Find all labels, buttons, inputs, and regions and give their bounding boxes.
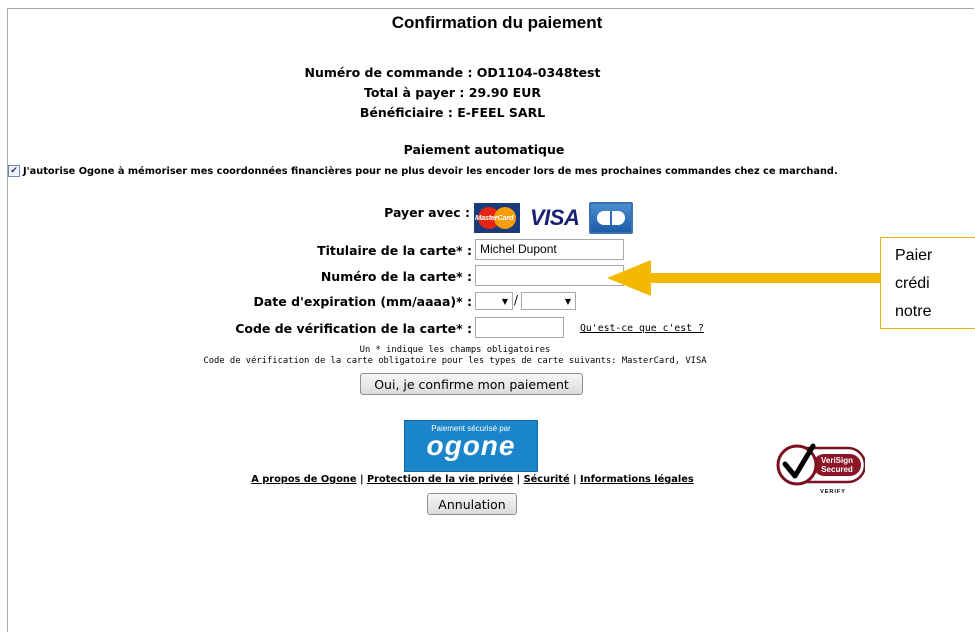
consent-row: ✔ J'autorise Ogone à mémoriser mes coord…: [8, 165, 838, 177]
verisign-line3: VERIFY: [820, 489, 846, 495]
confirm-payment-button[interactable]: Oui, je confirme mon paiement: [360, 373, 583, 395]
expiry-label: Date d'expiration (mm/aaaa)* :: [253, 294, 472, 309]
ogone-badge[interactable]: Paiement sécurisé par ogone: [404, 420, 538, 472]
visa-logo[interactable]: VISA: [530, 205, 580, 231]
expiry-separator: /: [514, 293, 519, 307]
chevron-down-icon: ▼: [501, 296, 508, 306]
expiry-year-select[interactable]: ▼: [521, 292, 576, 310]
cvc-help-link[interactable]: Qu'est-ce que c'est ?: [580, 323, 704, 334]
page-title: Confirmation du paiement: [391, 13, 603, 32]
cvc-note: Code de vérification de la carte obligat…: [203, 356, 707, 366]
expiry-month-select[interactable]: ▼: [475, 292, 513, 310]
about-ogone-link[interactable]: A propos de Ogone: [251, 474, 356, 485]
chevron-down-icon: ▼: [564, 296, 571, 306]
cvc-input[interactable]: [475, 317, 564, 338]
footer-separator: |: [359, 474, 364, 485]
security-link[interactable]: Sécurité: [524, 474, 570, 485]
card-number-input[interactable]: [475, 265, 624, 286]
cb-logo[interactable]: [589, 202, 634, 234]
order-number: Numéro de commande : OD1104-0348test: [304, 65, 601, 80]
callout-line-3: notre: [895, 303, 932, 320]
card-logos: MasterCard VISA: [474, 202, 634, 234]
holder-input[interactable]: Michel Dupont: [475, 239, 624, 260]
callout-box: Paier crédi notre: [880, 237, 975, 329]
footer-separator: |: [573, 474, 577, 485]
consent-text: J'autorise Ogone à mémoriser mes coordon…: [23, 165, 838, 177]
legal-info-link[interactable]: Informations légales: [580, 474, 694, 485]
callout-line-1: Paier: [895, 247, 933, 264]
verisign-line2: Secured: [821, 465, 853, 474]
callout-line-2: crédi: [895, 275, 930, 292]
pay-with-label: Payer avec :: [384, 205, 470, 220]
card-number-label: Numéro de la carte* :: [320, 269, 472, 284]
cancel-button[interactable]: Annulation: [427, 493, 517, 515]
order-summary: Numéro de commande : OD1104-0348test Tot…: [0, 63, 905, 123]
holder-label: Titulaire de la carte* :: [317, 243, 472, 258]
required-note: Un * indique les champs obligatoires: [359, 345, 551, 355]
privacy-link[interactable]: Protection de la vie privée: [367, 474, 513, 485]
order-total: Total à payer : 29.90 EUR: [364, 85, 541, 100]
consent-checkbox[interactable]: ✔: [8, 165, 20, 177]
footer-separator: |: [516, 474, 521, 485]
verisign-line1: VeriSign: [821, 456, 853, 465]
ogone-logo: ogone: [426, 430, 516, 461]
verisign-seal[interactable]: VeriSign Secured VERIFY: [775, 440, 865, 496]
order-beneficiary: Bénéficiaire : E-FEEL SARL: [359, 105, 546, 120]
arrow-left-icon: [607, 260, 885, 296]
auto-payment-title: Paiement automatique: [403, 142, 565, 157]
mastercard-logo[interactable]: MasterCard: [474, 203, 520, 233]
cvc-label: Code de vérification de la carte* :: [235, 321, 472, 336]
